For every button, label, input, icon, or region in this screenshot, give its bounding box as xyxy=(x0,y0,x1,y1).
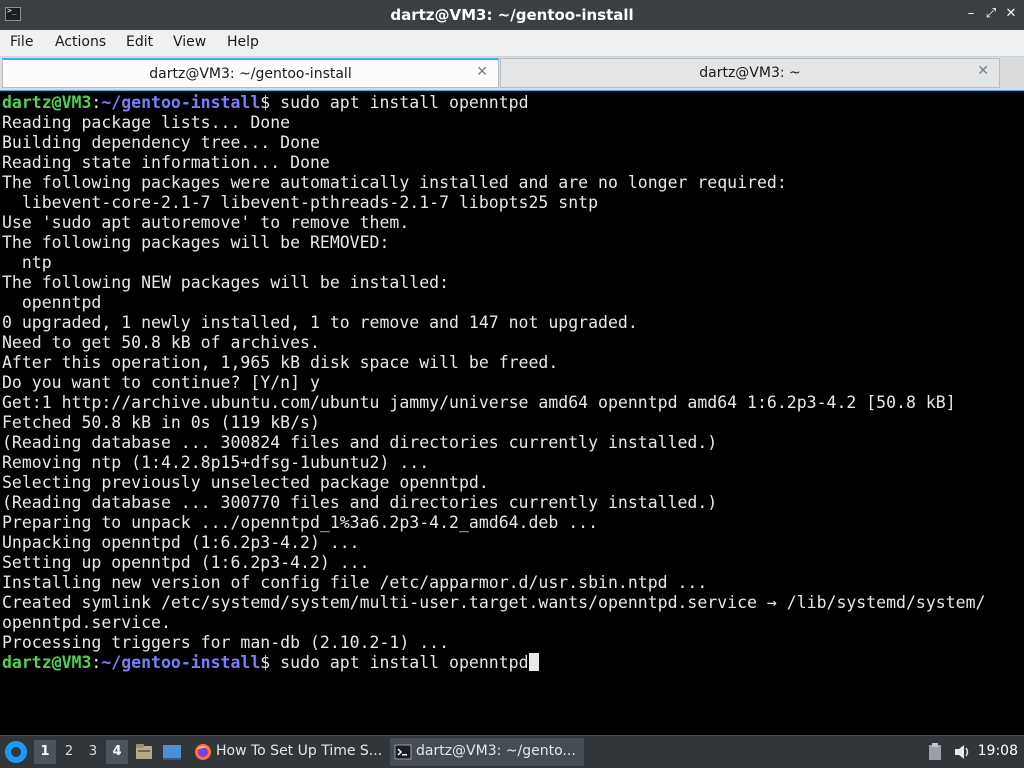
terminal-output-line: The following NEW packages will be insta… xyxy=(2,273,450,292)
tab-label: dartz@VM3: ~/gentoo-install xyxy=(149,66,352,82)
window-titlebar[interactable]: dartz@VM3: ~/gentoo-install – ⤢ ✕ xyxy=(0,0,1024,30)
terminal-output-line: Building dependency tree... Done xyxy=(2,133,320,152)
terminal-cursor xyxy=(528,653,539,671)
terminal-output-line: The following packages will be REMOVED: xyxy=(2,233,390,252)
task-firefox[interactable]: How To Set Up Time S... xyxy=(190,738,386,766)
workspace-1[interactable]: 1 xyxy=(34,740,56,764)
prompt-user: dartz@VM3 xyxy=(2,93,92,112)
workspace-3[interactable]: 3 xyxy=(82,740,104,764)
menu-edit[interactable]: Edit xyxy=(126,34,153,50)
command-text: $ sudo apt install openntpd xyxy=(260,653,529,672)
task-label: dartz@VM3: ~/gento... xyxy=(416,743,576,759)
terminal-prompt-line: dartz@VM3:~/gentoo-install$ sudo apt ins… xyxy=(2,653,539,673)
window-title: dartz@VM3: ~/gentoo-install xyxy=(390,6,634,24)
terminal-area[interactable]: dartz@VM3:~/gentoo-install$ sudo apt ins… xyxy=(0,90,1024,735)
workspace-4[interactable]: 4 xyxy=(106,740,128,764)
terminal-output-line: openntpd.service. xyxy=(2,613,171,632)
command-text: $ sudo apt install openntpd xyxy=(260,93,529,112)
terminal-output-line: Reading state information... Done xyxy=(2,153,330,172)
terminal-output-line: Processing triggers for man-db (2.10.2-1… xyxy=(2,633,450,652)
tab-close-icon[interactable]: ✕ xyxy=(476,64,488,80)
terminal-output-line: Fetched 50.8 kB in 0s (119 kB/s) xyxy=(2,413,320,432)
firefox-icon xyxy=(195,744,211,760)
volume-icon[interactable] xyxy=(952,742,972,762)
menu-file[interactable]: File xyxy=(10,34,33,50)
menu-actions[interactable]: Actions xyxy=(55,34,106,50)
clock[interactable]: 19:08 xyxy=(978,743,1018,759)
minimize-button[interactable]: – xyxy=(962,5,980,23)
start-menu-icon[interactable] xyxy=(5,741,27,763)
tab-home[interactable]: dartz@VM3: ~ ✕ xyxy=(500,58,1000,88)
tab-label: dartz@VM3: ~ xyxy=(699,65,801,81)
desktop-icon[interactable] xyxy=(162,742,182,762)
terminal-prompt-line: dartz@VM3:~/gentoo-install$ sudo apt ins… xyxy=(2,93,529,112)
menu-help[interactable]: Help xyxy=(227,34,259,50)
terminal-output-line: Unpacking openntpd (1:6.2p3-4.2) ... xyxy=(2,533,360,552)
terminal-output-line: Removing ntp (1:4.2.8p15+dfsg-1ubuntu2) … xyxy=(2,453,430,472)
terminal-output-line: Do you want to continue? [Y/n] y xyxy=(2,373,320,392)
close-window-button[interactable]: ✕ xyxy=(1002,5,1020,23)
clipboard-icon[interactable] xyxy=(925,742,945,762)
prompt-path: ~/gentoo-install xyxy=(101,93,261,112)
menu-view[interactable]: View xyxy=(173,34,206,50)
terminal-output-line: Created symlink /etc/systemd/system/mult… xyxy=(2,593,986,612)
terminal-output-line: Get:1 http://archive.ubuntu.com/ubuntu j… xyxy=(2,393,956,412)
prompt-path: ~/gentoo-install xyxy=(101,653,261,672)
task-label: How To Set Up Time S... xyxy=(216,743,383,759)
terminal-output-line: 0 upgraded, 1 newly installed, 1 to remo… xyxy=(2,313,638,332)
tab-gentoo-install[interactable]: dartz@VM3: ~/gentoo-install ✕ xyxy=(2,58,499,88)
terminal-output-line: (Reading database ... 300824 files and d… xyxy=(2,433,718,452)
terminal-output-line: Preparing to unpack .../openntpd_1%3a6.2… xyxy=(2,513,599,532)
terminal-output-line: libevent-core-2.1-7 libevent-pthreads-2.… xyxy=(2,193,599,212)
tab-bar: dartz@VM3: ~/gentoo-install ✕ dartz@VM3:… xyxy=(0,57,1024,90)
file-manager-icon[interactable] xyxy=(134,742,154,762)
workspace-2[interactable]: 2 xyxy=(58,740,80,764)
terminal-output-line: Installing new version of config file /e… xyxy=(2,573,708,592)
terminal-output-line: (Reading database ... 300770 files and d… xyxy=(2,493,718,512)
terminal-icon xyxy=(394,744,412,760)
terminal-output-line: The following packages were automaticall… xyxy=(2,173,787,192)
terminal-output-line: Use 'sudo apt autoremove' to remove them… xyxy=(2,213,410,232)
terminal-output-line: Selecting previously unselected package … xyxy=(2,473,489,492)
taskbar: 1 2 3 4 How To Set Up Time S... dartz@VM… xyxy=(0,735,1024,768)
tab-close-icon[interactable]: ✕ xyxy=(977,63,989,79)
task-terminal[interactable]: dartz@VM3: ~/gento... xyxy=(390,738,584,766)
prompt-user: dartz@VM3 xyxy=(2,653,92,672)
terminal-output-line: Reading package lists... Done xyxy=(2,113,291,132)
terminal-output-line: openntpd xyxy=(2,293,102,312)
terminal-output-line: After this operation, 1,965 kB disk spac… xyxy=(2,353,559,372)
terminal-output-line: Setting up openntpd (1:6.2p3-4.2) ... xyxy=(2,553,370,572)
terminal-output-line: Need to get 50.8 kB of archives. xyxy=(2,333,320,352)
maximize-button[interactable]: ⤢ xyxy=(982,5,1000,23)
terminal-output-line: ntp xyxy=(2,253,52,272)
menu-bar: File Actions Edit View Help xyxy=(0,30,1024,57)
